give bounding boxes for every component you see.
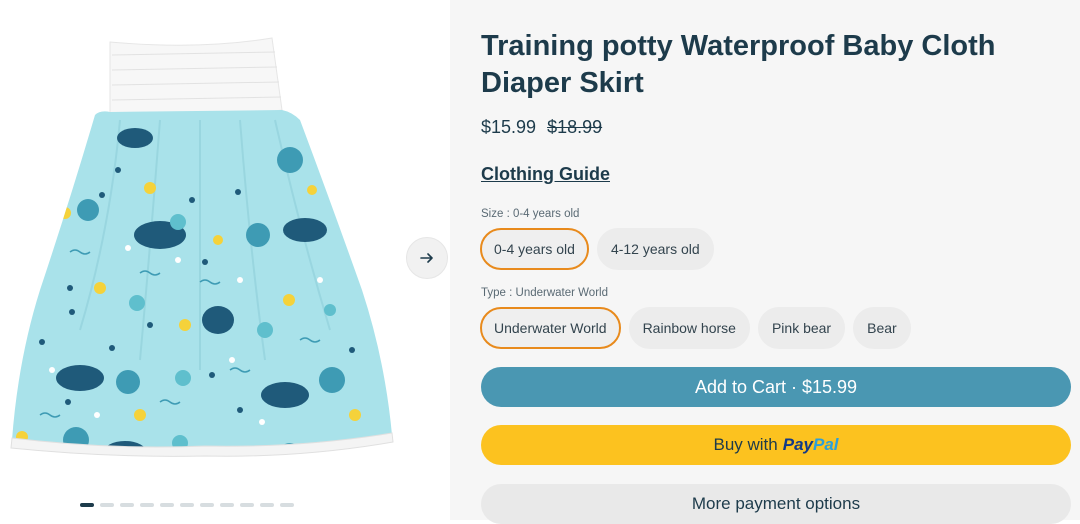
price-block: $15.99 $18.99	[481, 117, 602, 138]
gallery-dots	[80, 503, 294, 507]
gallery-dot[interactable]	[180, 503, 194, 507]
size-option-4-12[interactable]: 4-12 years old	[596, 228, 714, 270]
next-image-button[interactable]	[406, 237, 448, 279]
gallery-dot[interactable]	[280, 503, 294, 507]
gallery-dot[interactable]	[240, 503, 254, 507]
compare-price: $18.99	[547, 117, 603, 137]
type-option-underwater-world[interactable]: Underwater World	[480, 307, 621, 349]
gallery-dot[interactable]	[80, 503, 94, 507]
more-payment-options-button[interactable]: More payment options	[481, 484, 1071, 524]
paypal-logo-pal: Pal	[812, 435, 839, 454]
gallery-dot[interactable]	[100, 503, 114, 507]
clothing-guide-link[interactable]: Clothing Guide	[481, 164, 610, 185]
gallery-dot[interactable]	[120, 503, 134, 507]
type-options: Underwater World Rainbow horse Pink bear…	[480, 307, 911, 349]
type-option-pink-bear[interactable]: Pink bear	[757, 307, 846, 349]
size-option-0-4[interactable]: 0-4 years old	[480, 228, 589, 270]
paypal-logo-pay: Pay	[782, 435, 813, 454]
type-option-label: Type : Underwater World	[481, 287, 608, 299]
gallery-dot[interactable]	[160, 503, 174, 507]
add-to-cart-button[interactable]: Add to Cart · $15.99	[481, 367, 1071, 407]
product-title: Training potty Waterproof Baby Cloth Dia…	[481, 30, 996, 99]
product-info: Training potty Waterproof Baby Cloth Dia…	[450, 0, 1080, 524]
gallery-dot[interactable]	[140, 503, 154, 507]
type-option-bear[interactable]: Bear	[853, 307, 911, 349]
product-image[interactable]	[0, 30, 410, 460]
arrow-right-icon	[420, 253, 433, 263]
gallery-dot[interactable]	[260, 503, 274, 507]
size-option-label: Size : 0-4 years old	[481, 208, 580, 220]
buy-with-label: Buy with	[713, 435, 778, 454]
paypal-button[interactable]: Buy with Pay Pal	[481, 425, 1071, 465]
size-options: 0-4 years old 4-12 years old	[480, 228, 714, 270]
product-gallery	[0, 0, 450, 520]
type-option-rainbow-horse[interactable]: Rainbow horse	[628, 307, 750, 349]
sale-price: $15.99	[481, 117, 537, 137]
gallery-dot[interactable]	[220, 503, 234, 507]
gallery-dot[interactable]	[200, 503, 214, 507]
